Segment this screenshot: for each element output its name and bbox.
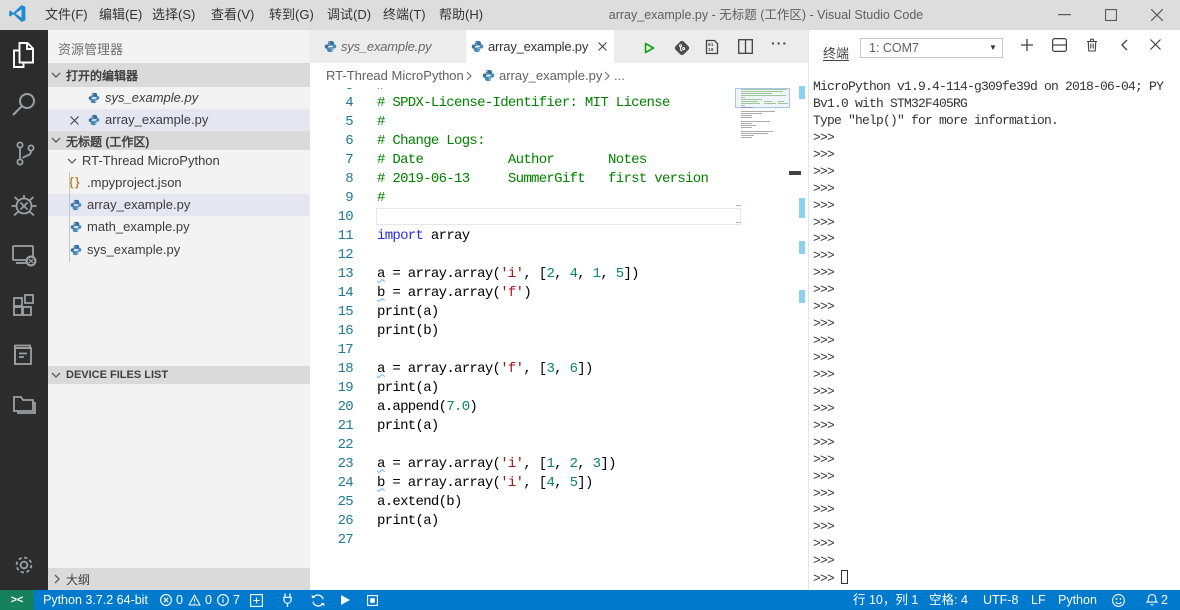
svg-text:10: 10 <box>708 47 714 53</box>
